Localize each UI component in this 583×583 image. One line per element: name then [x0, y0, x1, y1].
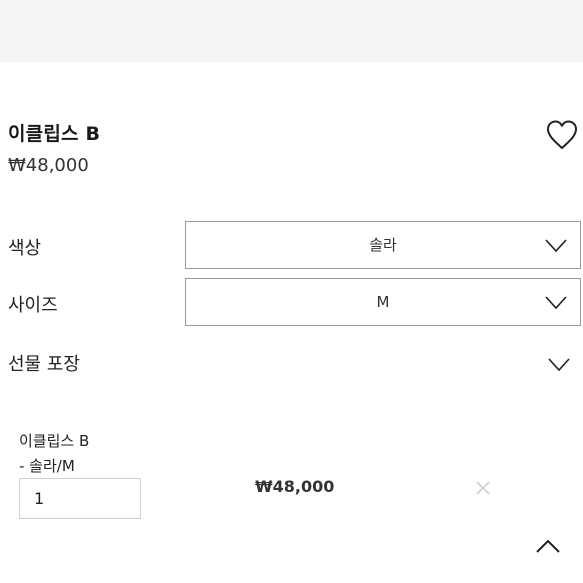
size-select-value: M: [376, 293, 390, 311]
chevron-down-icon: [545, 296, 567, 310]
chevron-down-icon: [545, 239, 567, 253]
gift-wrap-label[interactable]: 선물 포장: [8, 350, 80, 376]
selected-item-price: ₩48,000: [255, 477, 335, 496]
heart-icon: [547, 120, 577, 149]
top-header-bar: [0, 0, 583, 62]
color-option-label: 색상: [8, 238, 42, 259]
wishlist-button[interactable]: [545, 118, 579, 152]
color-select-value: 솔라: [369, 236, 397, 254]
color-select[interactable]: 솔라: [185, 221, 581, 269]
product-title: 이클립스 B: [8, 123, 101, 145]
chevron-up-icon: [536, 539, 560, 553]
quantity-input[interactable]: 1: [19, 478, 141, 519]
close-icon: [476, 481, 490, 495]
selected-item-name: 이클립스 B: [19, 432, 90, 450]
scroll-to-top-button[interactable]: [535, 538, 561, 554]
selected-item-option: - 솔라/M: [19, 457, 75, 475]
size-select[interactable]: M: [185, 278, 581, 326]
chevron-down-icon[interactable]: [548, 358, 570, 372]
size-option-label: 사이즈: [8, 295, 58, 316]
remove-item-button[interactable]: [474, 479, 492, 497]
product-price: ₩48,000: [8, 155, 89, 176]
